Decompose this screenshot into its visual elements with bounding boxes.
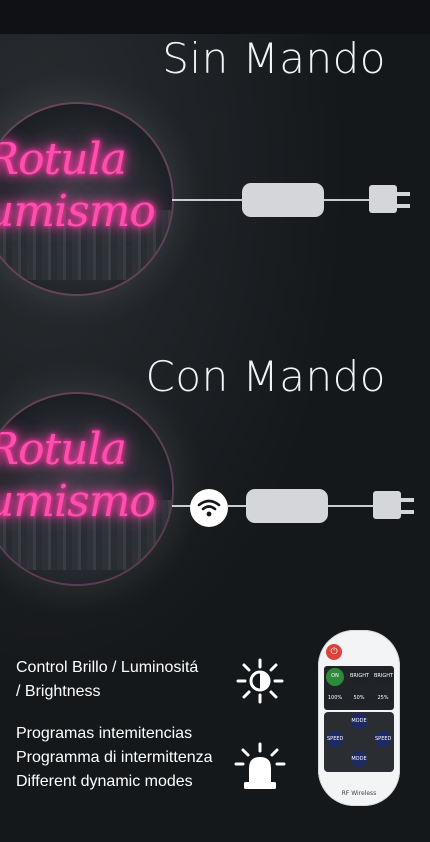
title-with-remote: Con Mando <box>145 352 386 401</box>
plug-prong <box>400 498 414 502</box>
brightness-label-line1: Control Brillo / Luminositá <box>16 659 199 676</box>
top-strip <box>0 0 430 34</box>
title-without-remote: Sin Mando <box>162 34 386 83</box>
brightness-feature: Control Brillo / Luminositá / Brightness <box>16 656 198 704</box>
power-adapter <box>242 183 324 217</box>
wireless-controller <box>246 489 328 523</box>
neon-text-line2: umismo <box>0 186 156 237</box>
remote-key-on: ON <box>326 668 344 686</box>
cable <box>172 505 192 507</box>
cable <box>228 505 248 507</box>
remote-key-bright-up: BRIGHT <box>350 668 369 686</box>
plug-icon <box>373 491 401 519</box>
remote-key-bright-down: BRIGHT <box>374 668 393 686</box>
neon-text-line1: Rotula <box>0 424 127 475</box>
cable <box>328 505 374 507</box>
neon-text-line1: Rotula <box>0 134 127 185</box>
power-icon: ⏻ <box>326 644 342 660</box>
plug-prong <box>396 204 410 208</box>
neon-text-line2: umismo <box>0 476 156 527</box>
plug-icon <box>369 185 397 213</box>
remote-key-mode-up: MODE <box>351 713 367 729</box>
brightness-label-line2: / Brightness <box>16 683 101 700</box>
cable <box>172 199 244 201</box>
plug-prong <box>396 192 410 196</box>
modes-label-line3: Different dynamic modes <box>16 773 193 790</box>
modes-label-line2: Programma di intermittenza <box>16 749 213 766</box>
remote-key-speed-down: SPEED <box>327 731 343 747</box>
cable <box>324 199 370 201</box>
siren-icon <box>234 742 286 796</box>
modes-label-line1: Programas intemitencias <box>16 725 193 742</box>
rf-remote-control: ⏻ ON BRIGHT BRIGHT 100% 50% 25% MODE SPE… <box>318 630 400 806</box>
remote-brand-label: RF Wireless <box>341 790 377 797</box>
remote-key-25: 25% <box>374 690 392 708</box>
wifi-icon <box>190 489 228 527</box>
modes-feature: Programas intemitencias Programma di int… <box>16 722 213 794</box>
remote-key-50: 50% <box>350 690 368 708</box>
plug-prong <box>400 510 414 514</box>
remote-key-100: 100% <box>326 690 344 708</box>
remote-key-speed-up: SPEED <box>375 731 391 747</box>
remote-key-mode-down: MODE <box>351 751 367 767</box>
brightness-icon <box>236 658 284 708</box>
